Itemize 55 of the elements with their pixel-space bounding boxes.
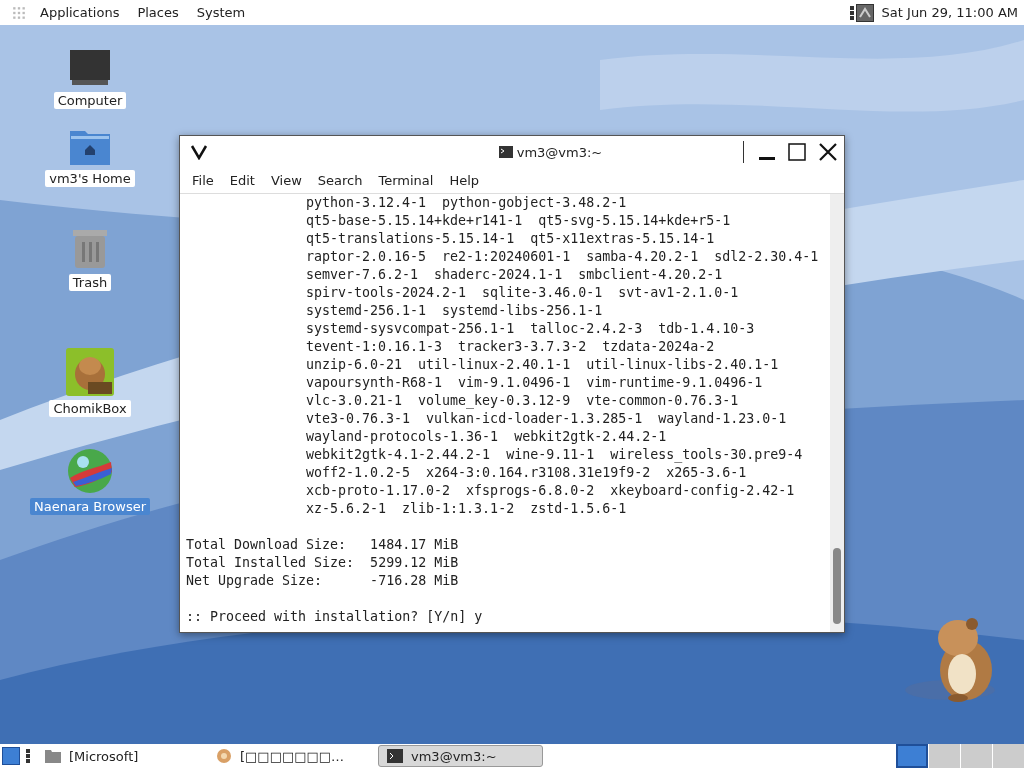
taskbar-button[interactable]: vm3@vm3:~ [378, 745, 543, 767]
terminal-line: vte3-0.76.3-1 vulkan-icd-loader-1.3.285-1 wayland-1.23.0-1 [305, 410, 788, 428]
menu-item[interactable]: File [184, 171, 222, 190]
terminal-line: vlc-3.0.21-1 volume_key-0.3.12-9 vte-common-0.76.3-1 [305, 392, 740, 410]
menu-item[interactable]: Search [309, 171, 371, 190]
window-title: vm3@vm3:~ [516, 144, 603, 160]
terminal-line: webkit2gtk-4.1-2.44.2-1 wine-9.11-1 wireless_tools-30.pre9-4 [305, 446, 804, 464]
desktop-icon-label[interactable]: Computer [53, 92, 127, 109]
terminal-line: Net Upgrade Size: -716.28 MiB [186, 572, 460, 590]
terminal-line: wayland-protocols-1.36-1 webkit2gtk-2.44.2-1 [305, 428, 668, 446]
terminal-icon [498, 146, 513, 158]
window-menu-icon[interactable] [190, 144, 208, 160]
terminal-line: qt5-base-5.15.14+kde+r141-1 qt5-svg-5.15.14+kde+r5-1 [305, 212, 732, 230]
menu-item[interactable]: Edit [221, 171, 263, 190]
terminal-line: xcb-proto-1.17.0-2 xfsprogs-6.8.0-2 xkeyboard-config-2.42-1 [305, 482, 796, 500]
globe-icon[interactable] [67, 448, 113, 494]
terminal-line: Total Download Size: 1484.17 MiB [186, 536, 460, 554]
scrollbar-thumb[interactable] [833, 548, 841, 624]
terminal-line: qt5-translations-5.15.14-1 qt5-x11extras-5.15.14-1 [305, 230, 716, 248]
terminal-prompt: :: Proceed with installation? [Y/n] y [186, 608, 484, 626]
apps-grid-icon [12, 5, 26, 20]
panel-menu[interactable]: Places [129, 3, 187, 22]
menu-item[interactable]: Terminal [370, 171, 442, 190]
terminal-line: raptor-2.0.16-5 re2-1:20240601-1 samba-4.20.2-1 sdl2-2.30.4-1 [305, 248, 820, 266]
desktop-icon-label[interactable]: ChomikBox [49, 400, 131, 417]
terminal-line: tevent-1:0.16.1-3 tracker3-3.7.3-2 tzdata-2024a-2 [305, 338, 716, 356]
taskbar-button[interactable]: [□□□□□□□… [207, 745, 372, 767]
scrollbar[interactable] [830, 194, 844, 632]
panel-menu[interactable]: Applications [32, 3, 128, 22]
desktop-icon-label[interactable]: vm3's Home [45, 170, 135, 187]
panel-menu[interactable]: System [188, 3, 254, 22]
terminal-line: spirv-tools-2024.2-1 sqlite-3.46.0-1 svt-av1-2.1.0-1 [305, 284, 740, 302]
terminal-line: Total Installed Size: 5299.12 MiB [186, 554, 460, 572]
taskbar-button[interactable]: [Microsoft] [36, 745, 201, 767]
handle-icon[interactable] [26, 748, 30, 764]
folder-icon[interactable] [45, 749, 61, 763]
terminal-line: unzip-6.0-21 util-linux-2.40.1-1 util-linux-libs-2.40.1-1 [305, 356, 780, 374]
handle-icon[interactable] [849, 4, 854, 21]
terminal-line: woff2-1.0.2-5 x264-3:0.164.r3108.31e19f9-2 x265-3.6-1 [305, 464, 748, 482]
hamster-app-icon[interactable] [66, 348, 114, 396]
clock[interactable]: Sat Jun 29, 11:00 AM [881, 5, 1018, 20]
terminal-line: systemd-256.1-1 systemd-libs-256.1-1 [305, 302, 604, 320]
monitor-icon[interactable] [68, 48, 112, 88]
terminal-line: systemd-sysvcompat-256.1-1 talloc-2.4.2-3 tdb-1.4.10-3 [305, 320, 756, 338]
network-icon[interactable] [855, 3, 874, 22]
terminal-line: semver-7.6.2-1 shaderc-2024.1-1 smbclient-4.20.2-1 [305, 266, 724, 284]
home-folder-icon[interactable] [69, 128, 111, 166]
terminal-icon[interactable] [387, 749, 403, 763]
menu-item[interactable]: Help [441, 171, 488, 190]
terminal-line: vapoursynth-R68-1 vim-9.1.0496-1 vim-runtime-9.1.0496-1 [305, 374, 764, 392]
terminal-line: python-3.12.4-1 python-gobject-3.48.2-1 [305, 194, 628, 212]
desktop-icon-label[interactable]: Trash [68, 274, 112, 291]
terminal-line: xz-5.6.2-1 zlib-1:1.3.1-2 zstd-1.5.6-1 [305, 500, 628, 518]
desktop-icon-label[interactable]: Naenara Browser [30, 498, 150, 515]
menu-item[interactable]: View [262, 171, 310, 190]
